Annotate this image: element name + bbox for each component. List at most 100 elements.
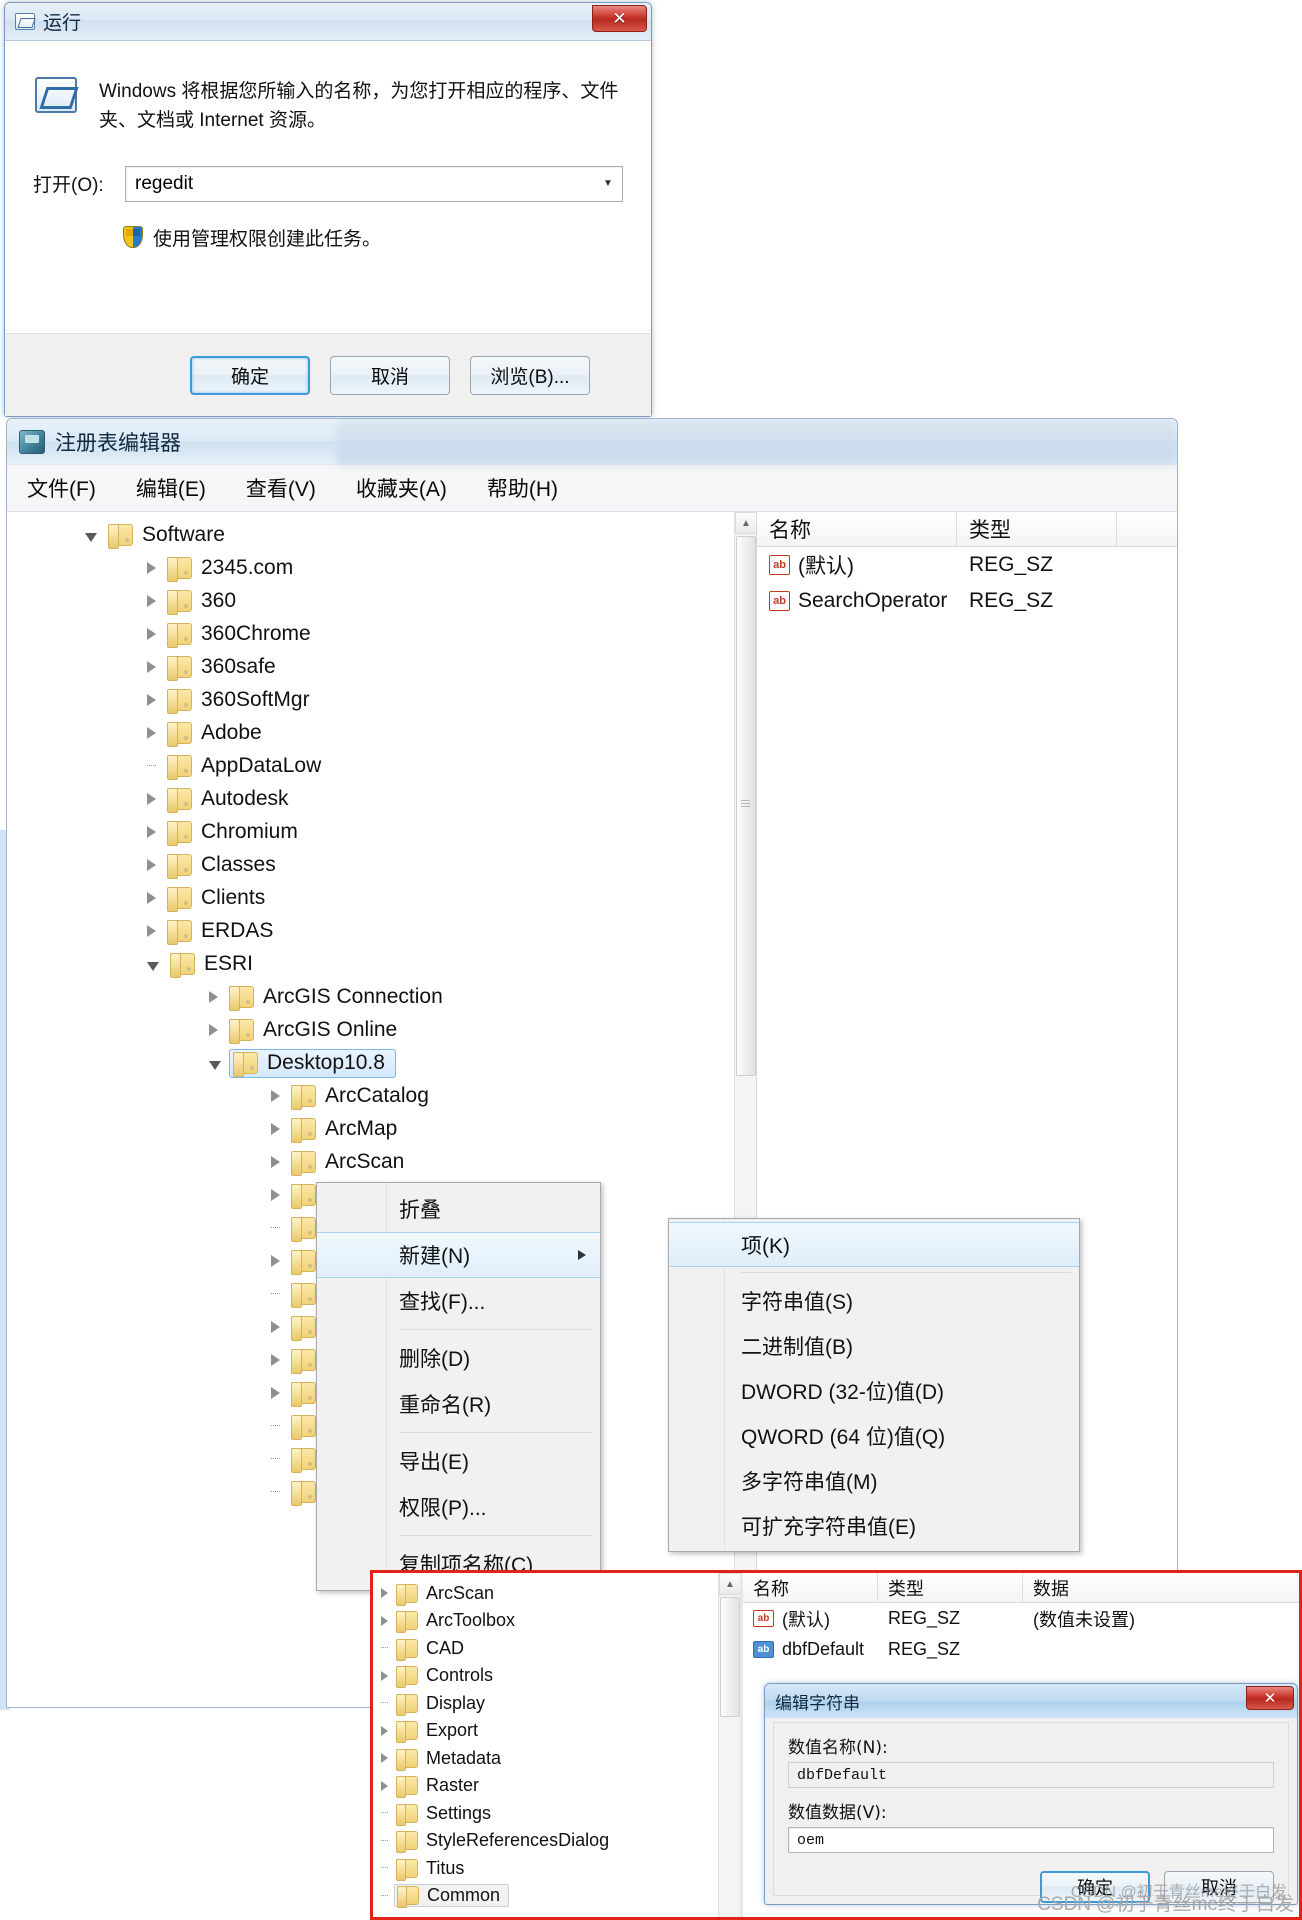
expand-triangle-icon[interactable] bbox=[271, 1123, 280, 1135]
tree-node[interactable]: ArcGIS Connection bbox=[209, 982, 446, 1012]
expand-triangle-icon[interactable] bbox=[147, 793, 156, 805]
tree-node-content[interactable]: Chromium bbox=[164, 819, 301, 846]
close-icon[interactable]: ✕ bbox=[592, 5, 647, 32]
tree-node[interactable]: Adobe bbox=[147, 718, 265, 748]
expand-triangle-icon[interactable] bbox=[271, 1156, 280, 1168]
tree-node-content[interactable]: Export bbox=[394, 1720, 480, 1743]
tree-node[interactable]: Autodesk bbox=[147, 784, 292, 814]
expand-triangle-icon[interactable] bbox=[147, 859, 156, 871]
expand-triangle-icon[interactable] bbox=[147, 661, 156, 673]
tree-node[interactable]: ArcScan bbox=[271, 1147, 407, 1177]
tree-node-content[interactable]: ArcScan bbox=[288, 1149, 407, 1176]
expand-triangle-icon[interactable] bbox=[271, 1090, 280, 1102]
tree-node-content[interactable]: ArcMap bbox=[288, 1116, 400, 1143]
expand-triangle-icon[interactable] bbox=[147, 595, 156, 607]
expand-triangle-icon[interactable] bbox=[381, 1753, 388, 1763]
context-menu[interactable]: 折叠 新建(N) 查找(F)... 删除(D) 重命名(R) 导出(E) 权限(P)... 复… bbox=[316, 1182, 601, 1591]
tree-node-content[interactable]: Desktop10.8 bbox=[229, 1048, 396, 1078]
column-header-data[interactable]: 数据 bbox=[1023, 1573, 1299, 1602]
tree-node-content[interactable]: Display bbox=[394, 1693, 487, 1716]
column-header-name[interactable]: 名称 bbox=[757, 512, 957, 546]
expand-triangle-icon[interactable] bbox=[381, 1588, 388, 1598]
tree-node-content[interactable]: ESRI bbox=[167, 951, 256, 978]
expand-triangle-icon[interactable] bbox=[147, 892, 156, 904]
tree-node[interactable]: Controls bbox=[381, 1662, 495, 1690]
tree-node-content[interactable]: Metadata bbox=[394, 1748, 503, 1771]
tree-node[interactable]: ArcMap bbox=[271, 1114, 400, 1144]
menu-item[interactable]: 权限(P)... bbox=[317, 1484, 600, 1530]
tree-node[interactable]: CAD bbox=[381, 1634, 466, 1662]
menu-view[interactable]: 查看(V) bbox=[240, 471, 322, 505]
column-header-type[interactable]: 类型 bbox=[878, 1573, 1023, 1602]
tree-node[interactable]: Software bbox=[85, 520, 228, 550]
tree-node[interactable]: ESRI bbox=[147, 949, 256, 979]
tree-node-content[interactable]: 360safe bbox=[164, 654, 279, 681]
tree-node-content[interactable]: Controls bbox=[394, 1665, 495, 1688]
tree-node-content[interactable]: StyleReferencesDialog bbox=[394, 1830, 611, 1853]
menu-item[interactable]: 折叠 bbox=[317, 1186, 600, 1232]
tree-node-content[interactable]: 360 bbox=[164, 588, 239, 615]
tree-node[interactable]: ERDAS bbox=[147, 916, 276, 946]
run-cancel-button[interactable]: 取消 bbox=[330, 355, 450, 395]
tree-node-content[interactable]: Titus bbox=[394, 1858, 466, 1881]
menu-file[interactable]: 文件(F) bbox=[21, 471, 102, 505]
expand-triangle-icon[interactable] bbox=[147, 694, 156, 706]
tree-node-content[interactable]: Classes bbox=[164, 852, 279, 879]
tree-node[interactable]: ArcGIS Online bbox=[209, 1015, 400, 1045]
menu-item[interactable]: 查找(F)... bbox=[317, 1278, 600, 1324]
run-command-combobox[interactable]: regedit ▼ bbox=[125, 165, 623, 202]
tree-node[interactable]: Metadata bbox=[381, 1744, 503, 1772]
tree-node[interactable]: Export bbox=[381, 1717, 480, 1745]
expand-triangle-icon[interactable] bbox=[147, 628, 156, 640]
chevron-down-icon[interactable]: ▼ bbox=[594, 167, 622, 201]
run-dialog-titlebar[interactable]: 运行 ✕ bbox=[5, 3, 651, 41]
tree-node-content[interactable]: ArcCatalog bbox=[288, 1083, 432, 1110]
expand-triangle-icon[interactable] bbox=[271, 1321, 280, 1333]
tree-node[interactable]: Raster bbox=[381, 1772, 481, 1800]
collapse-triangle-icon[interactable] bbox=[85, 532, 97, 542]
value-data-field[interactable]: oem bbox=[788, 1827, 1274, 1853]
edit-string-titlebar[interactable]: 编辑字符串 ✕ bbox=[765, 1684, 1297, 1718]
expand-triangle-icon[interactable] bbox=[381, 1670, 388, 1681]
tree-node[interactable]: StyleReferencesDialog bbox=[381, 1827, 611, 1855]
tree-node[interactable]: Desktop10.8 bbox=[209, 1048, 396, 1078]
menu-item[interactable]: 删除(D) bbox=[317, 1335, 600, 1381]
tree-node-content[interactable]: Settings bbox=[394, 1803, 493, 1826]
expand-triangle-icon[interactable] bbox=[147, 826, 156, 838]
tree-node[interactable]: 360Chrome bbox=[147, 619, 314, 649]
tree-node-content[interactable]: AppDataLow bbox=[164, 753, 324, 780]
expand-triangle-icon[interactable] bbox=[147, 562, 156, 574]
table-row[interactable]: ab (默认) REG_SZ bbox=[757, 547, 1177, 583]
run-browse-button[interactable]: 浏览(B)... bbox=[470, 355, 590, 395]
menu-favorites[interactable]: 收藏夹(A) bbox=[350, 471, 453, 505]
tree-node-content[interactable]: Raster bbox=[394, 1775, 481, 1798]
menu-help[interactable]: 帮助(H) bbox=[481, 471, 564, 505]
tree-node-content[interactable]: CAD bbox=[394, 1638, 466, 1661]
bottom-tree-pane[interactable]: ArcScan ArcToolbox CAD Controls Display Expor… bbox=[373, 1573, 740, 1917]
expand-triangle-icon[interactable] bbox=[271, 1387, 280, 1399]
expand-triangle-icon[interactable] bbox=[271, 1189, 280, 1201]
tree-node[interactable]: 360 bbox=[147, 586, 239, 616]
menu-edit[interactable]: 编辑(E) bbox=[130, 471, 212, 505]
scroll-up-icon[interactable]: ▲ bbox=[735, 512, 756, 534]
bottom-tree-scrollbar[interactable]: ▲ bbox=[718, 1573, 740, 1917]
menu-item[interactable]: 导出(E) bbox=[317, 1438, 600, 1484]
submenu-item[interactable]: 多字符串值(M) bbox=[669, 1458, 1079, 1503]
collapse-triangle-icon[interactable] bbox=[209, 1060, 221, 1070]
tree-node-content[interactable]: 360SoftMgr bbox=[164, 687, 313, 714]
column-header-name[interactable]: 名称 bbox=[743, 1573, 878, 1602]
tree-node[interactable]: Clients bbox=[147, 883, 268, 913]
tree-node-content[interactable]: 2345.com bbox=[164, 555, 296, 582]
tree-node-content[interactable]: Software bbox=[105, 522, 228, 549]
tree-node-content[interactable]: ArcScan bbox=[394, 1583, 496, 1606]
expand-triangle-icon[interactable] bbox=[271, 1255, 280, 1267]
expand-triangle-icon[interactable] bbox=[381, 1615, 388, 1626]
submenu-item[interactable]: 二进制值(B) bbox=[669, 1323, 1079, 1368]
tree-node[interactable]: 360safe bbox=[147, 652, 279, 682]
tree-node-content[interactable]: Autodesk bbox=[164, 786, 292, 813]
tree-node[interactable]: ArcCatalog bbox=[271, 1081, 432, 1111]
expand-triangle-icon[interactable] bbox=[209, 991, 218, 1003]
expand-triangle-icon[interactable] bbox=[147, 925, 156, 937]
expand-triangle-icon[interactable] bbox=[381, 1725, 388, 1736]
tree-node-content[interactable]: ArcGIS Connection bbox=[226, 984, 446, 1011]
